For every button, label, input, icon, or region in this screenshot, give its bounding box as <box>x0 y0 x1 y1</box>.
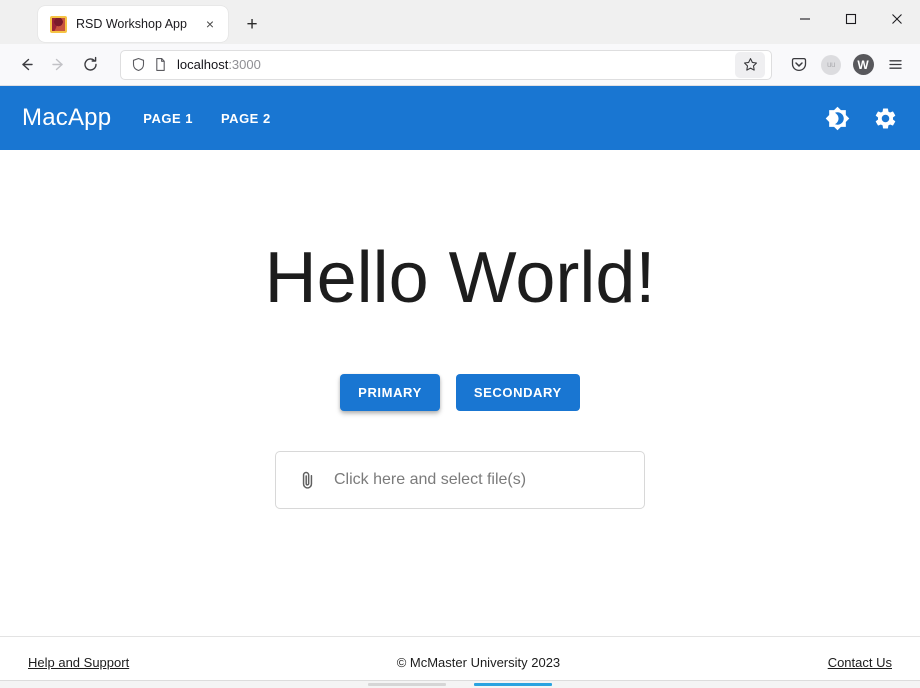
shield-icon[interactable] <box>127 55 149 75</box>
minimize-icon <box>800 18 810 20</box>
extension-avatar-icon[interactable]: W <box>848 50 878 80</box>
page-viewport: MacApp PAGE 1 PAGE 2 Hello World! PRIMAR… <box>0 86 920 688</box>
browser-toolbar: localhost:3000 uu W <box>0 44 920 86</box>
primary-button[interactable]: PRIMARY <box>340 374 440 411</box>
extension-glyph: W <box>852 54 874 75</box>
taskbar-item[interactable] <box>368 683 446 686</box>
page-info-icon[interactable] <box>149 55 171 75</box>
secondary-button[interactable]: SECONDARY <box>455 374 580 411</box>
pocket-icon[interactable] <box>784 50 814 80</box>
browser-menu-button[interactable] <box>880 50 910 80</box>
url-bar[interactable]: localhost:3000 <box>120 49 772 80</box>
close-icon <box>892 14 902 24</box>
browser-tab-active[interactable]: RSD Workshop App × <box>38 6 228 42</box>
paperclip-icon <box>296 469 318 491</box>
mcmaster-crest-favicon <box>50 15 67 33</box>
page-content: Hello World! PRIMARY SECONDARY Click her… <box>0 150 920 636</box>
os-taskbar <box>0 680 920 688</box>
maximize-icon <box>845 13 857 25</box>
nav-link-page-1[interactable]: PAGE 1 <box>137 105 199 132</box>
url-port: :3000 <box>228 57 261 72</box>
nav-link-page-2[interactable]: PAGE 2 <box>215 105 277 132</box>
close-window-button[interactable] <box>874 0 920 38</box>
footer-copyright: © McMaster University 2023 <box>396 655 561 670</box>
footer-contact-us-link[interactable]: Contact Us <box>828 655 892 670</box>
taskbar-item-active[interactable] <box>474 683 552 686</box>
window-controls <box>782 0 920 38</box>
reload-button[interactable] <box>74 49 106 81</box>
url-text[interactable]: localhost:3000 <box>177 57 735 72</box>
forward-button[interactable] <box>42 49 74 81</box>
app-navbar: MacApp PAGE 1 PAGE 2 <box>0 86 920 150</box>
avatar-placeholder: uu <box>821 54 841 75</box>
app-navbar-actions <box>824 105 898 131</box>
file-upload-placeholder: Click here and select file(s) <box>334 471 527 488</box>
back-arrow-icon <box>21 58 33 71</box>
footer-help-and-support-link[interactable]: Help and Support <box>28 655 129 670</box>
file-upload-dropzone[interactable]: Click here and select file(s) <box>275 451 645 509</box>
action-button-row: PRIMARY SECONDARY <box>340 374 580 411</box>
account-avatar[interactable]: uu <box>816 50 846 80</box>
app-brand[interactable]: MacApp <box>22 104 111 132</box>
maximize-window-button[interactable] <box>828 0 874 38</box>
toolbar-extension-icons: uu W <box>784 50 910 80</box>
page-title: Hello World! <box>264 238 656 318</box>
app-nav-links: PAGE 1 PAGE 2 <box>137 105 824 132</box>
tab-title: RSD Workshop App <box>76 17 187 31</box>
close-tab-icon[interactable]: × <box>200 14 220 34</box>
tab-strip: RSD Workshop App × + <box>0 0 920 44</box>
reload-icon <box>83 56 97 71</box>
forward-arrow-icon <box>51 58 63 71</box>
brightness-dark-mode-icon[interactable] <box>824 105 850 131</box>
browser-window: RSD Workshop App × + localhost:3000 uu W… <box>0 0 920 688</box>
url-host: localhost <box>177 57 229 72</box>
hamburger-icon <box>888 60 902 69</box>
bookmark-star-icon[interactable] <box>735 51 765 78</box>
new-tab-button[interactable]: + <box>238 11 266 39</box>
gear-icon[interactable] <box>872 105 898 131</box>
minimize-window-button[interactable] <box>782 0 828 38</box>
back-button[interactable] <box>10 49 42 81</box>
